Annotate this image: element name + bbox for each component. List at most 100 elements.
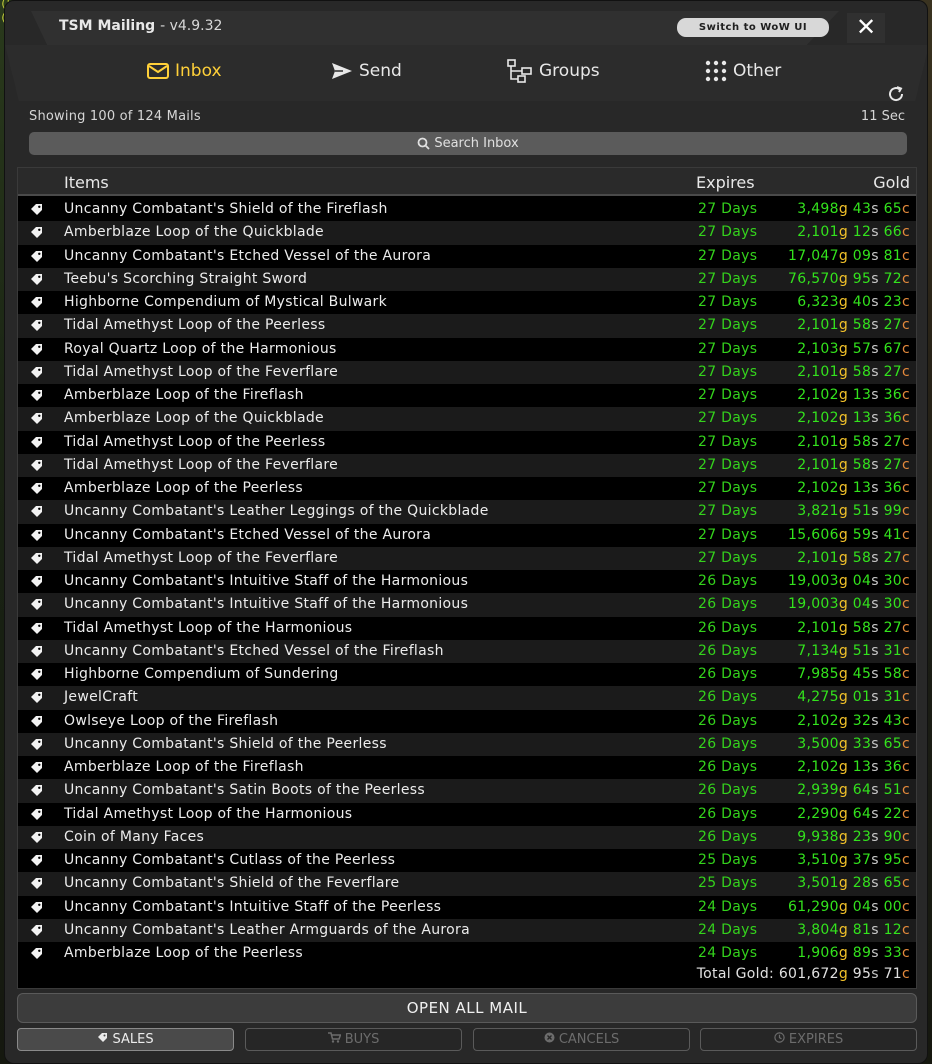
table-row[interactable]: Owlseye Loop of the Fireflash 26 Days 2,10… <box>18 709 916 733</box>
header-items[interactable]: Items <box>64 173 109 192</box>
gold-amount: 2,101 <box>797 456 839 473</box>
table-row[interactable]: Amberblaze Loop of the Fireflash 27 Days 2… <box>18 384 916 408</box>
open-all-mail-button[interactable]: OPEN ALL MAIL <box>17 993 917 1023</box>
table-row[interactable]: Uncanny Combatant's Leather Leggings of … <box>18 500 916 524</box>
table-row[interactable]: Tidal Amethyst Loop of the Harmonious 26 … <box>18 802 916 826</box>
item-expires: 27 Days <box>698 201 758 217</box>
item-gold: 3,501g 28s 65c <box>797 875 910 891</box>
item-expires: 27 Days <box>698 317 758 334</box>
filter-sales-button[interactable]: SALES <box>17 1028 234 1051</box>
table-row[interactable]: Uncanny Combatant's Shield of the Firefl… <box>18 198 916 222</box>
item-gold: 2,103g 57s 67c <box>797 341 910 357</box>
table-row[interactable]: Uncanny Combatant's Etched Vessel of the… <box>18 244 916 268</box>
gold-amount: 17,047 <box>788 247 839 264</box>
item-expires: 26 Days <box>698 689 758 706</box>
silver-unit: s <box>871 503 879 520</box>
header-expires[interactable]: Expires <box>696 173 755 192</box>
table-row[interactable]: Royal Quartz Loop of the Harmonious 27 Da… <box>18 337 916 361</box>
item-gold: 2,939g 64s 51c <box>797 782 910 798</box>
table-row[interactable]: Amberblaze Loop of the Peerless 24 Days 1,… <box>18 942 916 966</box>
item-name: Uncanny Combatant's Cutlass of the Peerl… <box>64 852 396 868</box>
table-row[interactable]: Uncanny Combatant's Shield of the Feverf… <box>18 872 916 896</box>
item-name: Tidal Amethyst Loop of the Harmonious <box>64 619 353 636</box>
table-row[interactable]: Uncanny Combatant's Etched Vessel of the… <box>18 523 916 547</box>
table-row[interactable]: Tidal Amethyst Loop of the Harmonious 26 … <box>18 616 916 640</box>
tab-groups[interactable]: Groups <box>507 59 600 83</box>
tab-send[interactable]: Send <box>331 59 402 83</box>
search-placeholder: Search Inbox <box>434 136 519 151</box>
table-row[interactable]: Uncanny Combatant's Shield of the Peerle… <box>18 732 916 756</box>
item-gold: 2,101g 58s 27c <box>797 620 910 636</box>
gold-unit: g <box>838 921 849 938</box>
item-expires: 27 Days <box>698 247 758 264</box>
item-name: JewelCraft <box>64 689 138 706</box>
silver-unit: s <box>871 201 879 217</box>
gold-amount: 2,102 <box>797 410 839 427</box>
silver-amount: 12 <box>852 224 872 241</box>
table-row[interactable]: Teebu's Scorching Straight Sword 27 Days 7… <box>18 267 916 291</box>
cancel-circle-icon <box>544 1032 555 1043</box>
table-row[interactable]: Coin of Many Faces 26 Days 9,938g 23s 90c <box>18 825 916 849</box>
filter-buys-button[interactable]: BUYS <box>245 1028 462 1051</box>
table-row[interactable]: Uncanny Combatant's Intuitive Staff of t… <box>18 593 916 617</box>
table-row[interactable]: Amberblaze Loop of the Peerless 27 Days 2,… <box>18 477 916 501</box>
table-row[interactable]: Highborne Compendium of Sundering 26 Days… <box>18 663 916 687</box>
table-row[interactable]: Uncanny Combatant's Intuitive Staff of t… <box>18 895 916 919</box>
tab-other-label: Other <box>733 61 782 81</box>
item-expires: 26 Days <box>698 828 758 845</box>
switch-to-wow-ui-button[interactable]: Switch to WoW UI <box>677 18 829 37</box>
silver-unit: s <box>871 270 879 287</box>
table-row[interactable]: Highborne Compendium of Mystical Bulwark… <box>18 291 916 315</box>
silver-amount: 59 <box>852 526 872 543</box>
tag-icon <box>31 459 42 471</box>
table-row[interactable]: Tidal Amethyst Loop of the Feverflare 27 … <box>18 546 916 570</box>
table-row[interactable]: Uncanny Combatant's Cutlass of the Peerl… <box>18 849 916 873</box>
table-row[interactable]: Uncanny Combatant's Leather Armguards of… <box>18 918 916 942</box>
table-row[interactable]: Amberblaze Loop of the Fireflash 26 Days 2… <box>18 756 916 780</box>
item-expires: 27 Days <box>698 549 758 566</box>
item-gold: 2,102g 13s 36c <box>797 387 910 403</box>
tab-inbox[interactable]: Inbox <box>147 59 222 83</box>
table-row[interactable]: Uncanny Combatant's Intuitive Staff of t… <box>18 570 916 594</box>
tag-icon <box>98 1033 108 1042</box>
table-row[interactable]: Tidal Amethyst Loop of the Peerless 27 Da… <box>18 314 916 338</box>
table-row[interactable]: Uncanny Combatant's Satin Boots of the P… <box>18 779 916 803</box>
silver-unit: s <box>871 294 879 310</box>
gold-unit: g <box>838 387 849 403</box>
item-name: Uncanny Combatant's Shield of the Feverf… <box>64 875 400 892</box>
item-name: Tidal Amethyst Loop of the Feverflare <box>64 363 339 380</box>
item-name: Amberblaze Loop of the Quickblade <box>64 410 324 427</box>
gold-unit: g <box>838 642 849 659</box>
copper-amount: 31 <box>883 642 902 659</box>
close-button[interactable]: ✕ <box>847 13 885 43</box>
table-row[interactable]: Tidal Amethyst Loop of the Peerless 27 Da… <box>18 430 916 454</box>
table-row[interactable]: Amberblaze Loop of the Quickblade 27 Days… <box>18 407 916 431</box>
refresh-icon[interactable] <box>887 85 905 103</box>
item-gold: 7,134g 51s 31c <box>797 643 910 659</box>
table-row[interactable]: Tidal Amethyst Loop of the Feverflare 27 … <box>18 453 916 477</box>
grid-dots-icon <box>705 60 727 82</box>
silver-unit: s <box>871 526 879 543</box>
table-row[interactable]: Tidal Amethyst Loop of the Feverflare 27 … <box>18 360 916 384</box>
silver-amount: 51 <box>852 642 872 659</box>
table-row[interactable]: Amberblaze Loop of the Quickblade 27 Days… <box>18 221 916 245</box>
window-title-text: TSM Mailing <box>59 18 156 34</box>
table-row[interactable]: Uncanny Combatant's Etched Vessel of the… <box>18 639 916 663</box>
header-gold[interactable]: Gold <box>873 173 910 192</box>
item-expires: 27 Days <box>698 503 758 520</box>
gold-unit: g <box>838 201 849 217</box>
gold-unit: g <box>838 805 849 822</box>
tag-icon <box>31 645 42 657</box>
copper-amount: 95 <box>883 852 902 868</box>
table-row[interactable]: JewelCraft 26 Days 4,275g 01s 31c <box>18 686 916 710</box>
silver-amount: 58 <box>852 619 872 636</box>
filter-expires-button[interactable]: EXPIRES <box>700 1028 917 1051</box>
copper-amount: 36 <box>883 387 902 403</box>
gold-amount: 2,102 <box>797 759 839 775</box>
silver-unit: s <box>871 666 879 682</box>
tab-other[interactable]: Other <box>705 59 781 83</box>
copper-amount: 27 <box>883 456 902 473</box>
filter-buys-label: BUYS <box>344 1032 380 1047</box>
search-inbox-input[interactable]: Search Inbox <box>29 132 907 155</box>
filter-cancels-button[interactable]: CANCELS <box>473 1028 690 1051</box>
